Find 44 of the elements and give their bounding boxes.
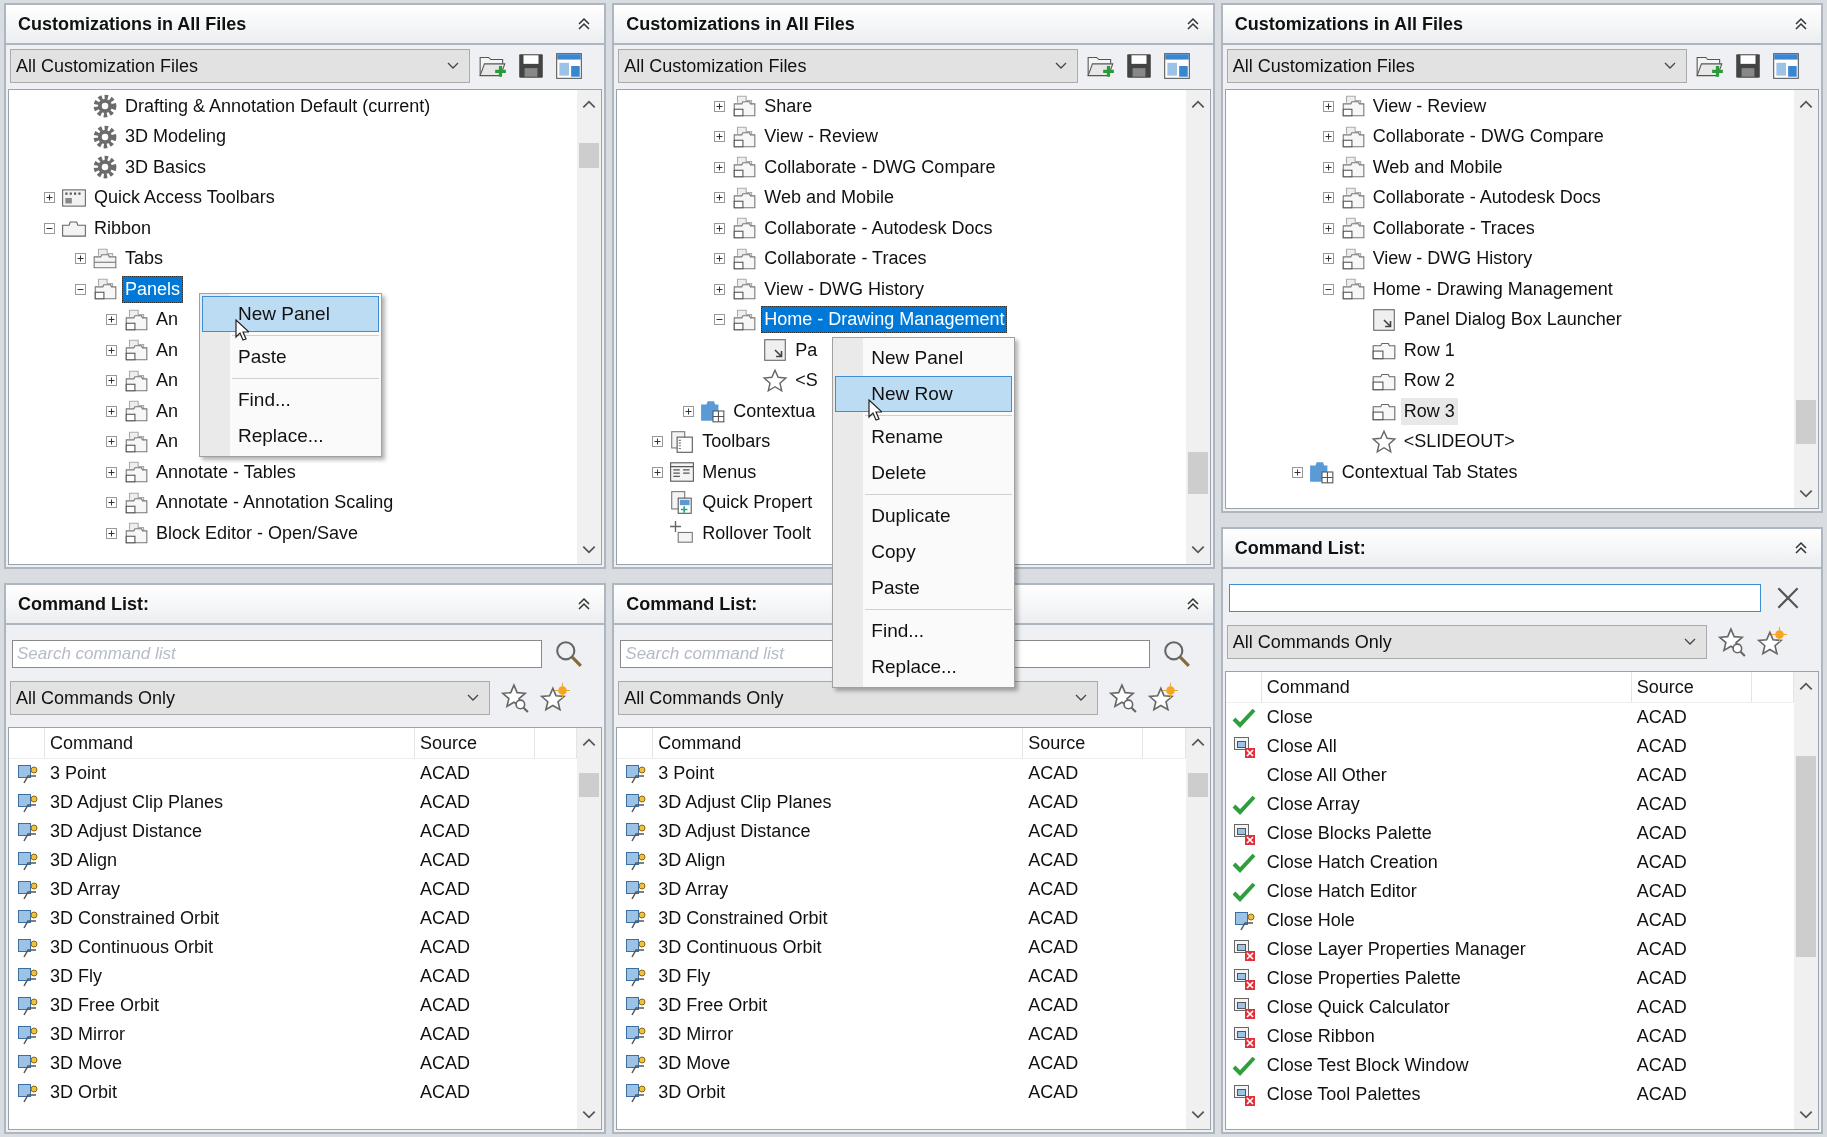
- source-cell-text: ACAD: [419, 879, 471, 900]
- source-cell-text: ACAD: [1635, 997, 1688, 1018]
- source-cell-text: ACAD: [1027, 908, 1080, 929]
- source-cell-text: ACAD: [1027, 1053, 1080, 1074]
- panel-title: Command List:: [626, 593, 758, 615]
- source-cell-text: ACAD: [419, 1053, 471, 1074]
- source-cell-text: ACAD: [419, 850, 471, 871]
- panel-title: Command List:: [1234, 537, 1366, 559]
- source-cell-text: ACAD: [1635, 823, 1688, 844]
- source-cell-text: ACAD: [1027, 879, 1080, 900]
- panel-title: Command List:: [18, 593, 149, 615]
- source-cell-text: ACAD: [1635, 910, 1688, 931]
- source-cell-text: ACAD: [419, 1024, 471, 1045]
- source-cell-text: ACAD: [1635, 881, 1688, 902]
- source-cell-text: ACAD: [419, 763, 471, 784]
- source-cell-text: ACAD: [419, 1082, 471, 1103]
- source-cell-text: ACAD: [1635, 794, 1688, 815]
- source-cell-text: ACAD: [1027, 850, 1080, 871]
- source-cell-text: ACAD: [419, 821, 471, 842]
- source-cell-text: ACAD: [419, 908, 471, 929]
- source-cell-text: ACAD: [1027, 966, 1080, 987]
- panel-title: Customizations in All Files: [1234, 13, 1463, 35]
- panel-title: Customizations in All Files: [626, 13, 855, 35]
- source-cell-text: ACAD: [1027, 763, 1080, 784]
- source-cell-text: ACAD: [1635, 968, 1688, 989]
- panel-title: Customizations in All Files: [18, 13, 247, 35]
- source-cell-text: ACAD: [1027, 792, 1080, 813]
- source-cell-text: ACAD: [1027, 821, 1080, 842]
- source-cell-text: ACAD: [419, 792, 471, 813]
- source-cell-text: ACAD: [1635, 852, 1688, 873]
- source-cell-text: ACAD: [1027, 1024, 1080, 1045]
- source-cell-text: ACAD: [1635, 1026, 1688, 1047]
- source-cell-text: ACAD: [1635, 707, 1688, 728]
- source-cell-text: ACAD: [419, 995, 471, 1016]
- source-cell-text: ACAD: [1027, 937, 1080, 958]
- source-cell-text: ACAD: [1027, 1082, 1080, 1103]
- source-cell-text: ACAD: [1635, 736, 1688, 757]
- source-cell-text: ACAD: [1635, 939, 1688, 960]
- source-cell-text: ACAD: [1635, 765, 1688, 786]
- source-cell-text: ACAD: [1027, 995, 1080, 1016]
- source-cell-text: ACAD: [1635, 1084, 1688, 1105]
- source-cell-text: ACAD: [419, 937, 471, 958]
- source-cell-text: ACAD: [419, 966, 471, 987]
- source-cell-text: ACAD: [1635, 1055, 1688, 1076]
